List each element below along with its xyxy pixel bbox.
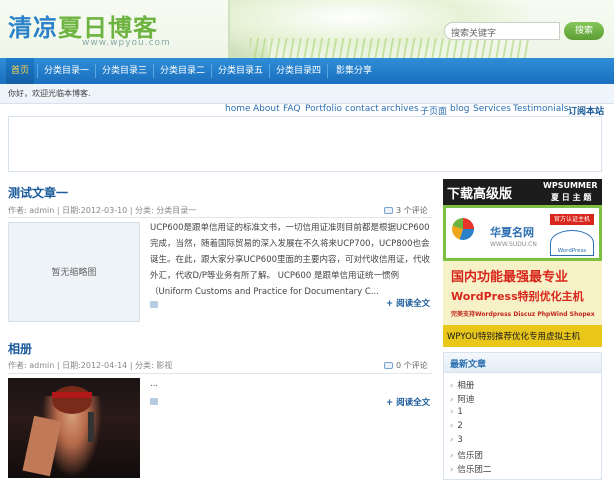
- photo-hair: [52, 386, 92, 414]
- nav-item-category-2[interactable]: 分类目录二: [155, 58, 210, 84]
- recent-posts-widget: 最新文章 相册 阿迪 1 2 3 信乐团 信乐团二: [443, 352, 602, 480]
- download-banner[interactable]: 下载高级版 WPSUMMER 夏 日 主 题: [443, 179, 602, 205]
- photo-bandana: [52, 392, 92, 398]
- post-title[interactable]: 测试文章一: [8, 184, 68, 201]
- recommend-text: WPYOU特别推荐优化专用虚拟主机: [447, 332, 580, 342]
- recent-post-link[interactable]: 阿迪: [450, 393, 474, 405]
- recommend-banner[interactable]: WPYOU特别推荐优化专用虚拟主机: [443, 325, 602, 347]
- post-meta: 作者: admin | 日期:2012-04-14 | 分类: 影视: [8, 361, 173, 370]
- page-link-blog[interactable]: blog: [450, 104, 469, 114]
- search-form: 搜索关键字 搜索: [444, 22, 604, 40]
- nav-item-category-4[interactable]: 分类目录四: [271, 58, 326, 84]
- hosting-logo-icon: [452, 218, 474, 240]
- header: 清凉夏日博客 www.wpyou.com 搜索关键字 搜索: [0, 0, 614, 58]
- no-thumbnail-text: 暂无缩略图: [51, 268, 97, 278]
- page-link-about[interactable]: About: [253, 104, 280, 114]
- post-divider: [8, 373, 432, 374]
- welcome-text: 你好，欢迎光临本博客.: [8, 89, 91, 98]
- banner-theme-text: 夏 日 主 题: [551, 193, 592, 202]
- page-link-testimonials[interactable]: Testimonials: [513, 104, 568, 114]
- page-link-portfolio[interactable]: Portfolio: [305, 104, 342, 114]
- nav-item-category-5[interactable]: 分类目录五: [213, 58, 268, 84]
- post-photo[interactable]: [8, 378, 140, 478]
- nav-separator: [327, 64, 328, 78]
- read-more-link[interactable]: + 阅读全文: [386, 297, 430, 309]
- post-meta: 作者: admin | 日期:2012-03-10 | 分类: 分类目录一: [8, 206, 197, 215]
- search-button[interactable]: 搜索: [564, 22, 604, 40]
- wordpress-hosting-banner[interactable]: 国内功能最强最专业 WordPress特别优化主机 完美支持Wordpress …: [443, 261, 602, 325]
- page-links: home About FAQ Portfolio contact archive…: [0, 104, 614, 117]
- hosting-url: WWW.SUDU.CN: [490, 241, 537, 248]
- widget-header: 最新文章: [444, 353, 601, 373]
- nav-separator: [211, 64, 212, 78]
- comment-icon: [384, 362, 393, 369]
- logo-text-1: 清凉: [8, 14, 58, 42]
- nav-separator: [153, 64, 154, 78]
- tag-icon: [150, 398, 158, 405]
- page-link-services[interactable]: Services: [473, 104, 511, 114]
- ad-placeholder: [8, 116, 602, 172]
- recent-post-link[interactable]: 3: [450, 435, 462, 445]
- post-divider: [8, 217, 432, 218]
- logo-url: www.wpyou.com: [82, 38, 171, 48]
- comment-count[interactable]: 0 个评论: [384, 360, 428, 371]
- tag-icon: [150, 301, 158, 308]
- search-input[interactable]: 搜索关键字: [444, 22, 560, 40]
- page-link-home[interactable]: home: [225, 104, 251, 114]
- nav-item-home[interactable]: 首页: [6, 58, 35, 84]
- recent-post-link[interactable]: 信乐团: [450, 449, 483, 461]
- main-nav: 首页 分类目录一 分类目录三 分类目录二 分类目录五 分类目录四 影集分享: [0, 58, 614, 84]
- comment-count-text: 3 个评论: [396, 206, 428, 215]
- post-thumbnail[interactable]: 暂无缩略图: [8, 222, 140, 322]
- recent-post-link[interactable]: 1: [450, 407, 462, 417]
- read-more-link[interactable]: + 阅读全文: [386, 396, 430, 408]
- grass-decoration: [250, 38, 530, 58]
- wordpress-icon: WordPress: [550, 230, 594, 256]
- page-link-archives[interactable]: archives: [381, 104, 419, 114]
- nav-separator: [95, 64, 96, 78]
- nav-separator: [269, 64, 270, 78]
- welcome-bar: 你好，欢迎光临本博客.: [0, 84, 614, 104]
- banner-subheadline: WordPress特别优化主机: [451, 290, 584, 303]
- banner-headline: 国内功能最强最专业: [451, 270, 569, 285]
- recent-post-link[interactable]: 2: [450, 421, 462, 431]
- comment-count-text: 0 个评论: [396, 361, 428, 370]
- widget-title: 最新文章: [450, 360, 487, 370]
- banner-support-text: 完美支持Wordpress Discuz PhpWind Shopex: [451, 311, 595, 318]
- recent-post-link[interactable]: 信乐团二: [450, 463, 491, 475]
- nav-item-category-3[interactable]: 分类目录三: [97, 58, 152, 84]
- page-link-contact[interactable]: contact: [345, 104, 379, 114]
- post-excerpt: ...: [150, 379, 159, 389]
- wordpress-label: WordPress: [557, 248, 587, 254]
- page-link-faq[interactable]: FAQ: [283, 104, 300, 114]
- certified-badge: 官方认证主机: [550, 214, 594, 225]
- comment-icon: [384, 207, 393, 214]
- banner-download-text: 下载高级版: [447, 187, 513, 202]
- recent-post-link[interactable]: 相册: [450, 379, 474, 391]
- nav-item-category-1[interactable]: 分类目录一: [39, 58, 94, 84]
- hosting-banner[interactable]: 华夏名网 WWW.SUDU.CN 官方认证主机 WordPress: [443, 205, 602, 261]
- post-excerpt: UCP600是跟单信用证的标准文书，一切信用证准则目前都是根据UCP600完成，…: [150, 223, 431, 297]
- nav-separator: [37, 64, 38, 78]
- photo-microphone: [88, 412, 94, 442]
- hosting-name: 华夏名网: [490, 226, 534, 239]
- banner-wpsummer-text: WPSUMMER: [543, 181, 598, 190]
- post-title[interactable]: 相册: [8, 340, 32, 357]
- nav-item-gallery[interactable]: 影集分享: [331, 58, 377, 84]
- comment-count[interactable]: 3 个评论: [384, 205, 428, 216]
